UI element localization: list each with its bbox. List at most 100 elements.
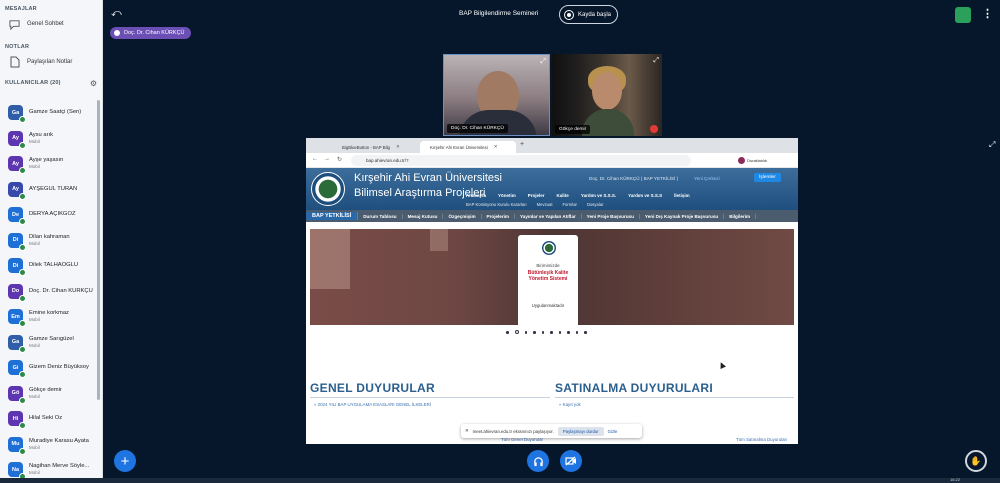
- webcam-label: Gökçe demir: [555, 125, 591, 134]
- site-menu: Anasayfa Yönetim Projeler Kalite Yardım ve S…: [466, 193, 690, 198]
- status-icon: [19, 371, 26, 379]
- site-logout-link[interactable]: Yeni Çerkezi: [694, 176, 720, 181]
- site-menu-item[interactable]: Projeler: [528, 193, 545, 198]
- status-icon: [19, 243, 26, 251]
- expand-icon[interactable]: ⤢: [540, 58, 546, 66]
- user-name: Nagihan Merve Söyle...: [29, 463, 90, 470]
- mouse-cursor: [718, 361, 726, 369]
- site-user: Doç. Dr. Cihan KÜRKÇÜ ( BAP YETKİLİSİ ): [589, 176, 679, 181]
- user-name: AYŞEGÜL TURAN: [29, 185, 78, 192]
- site-submenu-item[interactable]: Formlar: [563, 202, 577, 207]
- site-nav-item[interactable]: Yeni Proje Başvurusu: [582, 213, 640, 219]
- headphones-icon: [533, 456, 543, 466]
- site-nav-item[interactable]: Bilgilerim: [724, 213, 757, 219]
- connection-status-icon[interactable]: [955, 7, 971, 23]
- new-tab-icon[interactable]: +: [520, 141, 524, 148]
- sidebar-scrollbar[interactable]: [97, 100, 100, 400]
- user-list-toggle-icon[interactable]: ⤺: [111, 8, 122, 19]
- site-submenu-item[interactable]: Mevzuat: [537, 202, 553, 207]
- user-name: Gizem Deniz Büyüksoy: [29, 364, 89, 371]
- user-list-item[interactable]: Ga Gamze Sarıgüzel Mobil: [0, 330, 98, 356]
- public-chat-label: Genel Sohbet: [27, 21, 64, 27]
- user-list-item[interactable]: Mu Muradiye Karasu Ayata Mobil: [0, 432, 98, 458]
- reload-icon[interactable]: ↻: [337, 156, 342, 163]
- forward-icon[interactable]: →: [324, 156, 330, 162]
- gear-icon[interactable]: ⚙: [90, 73, 97, 88]
- user-device: Mobil: [29, 317, 40, 323]
- user-list-item[interactable]: Ay Aysu arık Mobil: [0, 126, 98, 152]
- site-nav-item[interactable]: BAP YETKİLİSİ: [306, 212, 359, 220]
- user-device: Mobil: [29, 470, 40, 476]
- options-menu-icon[interactable]: ⋮: [982, 7, 993, 20]
- site-submenu-item[interactable]: Dosyalar: [587, 202, 604, 207]
- general-announcement-item[interactable]: » 2024 YILI BAP UYGULAMA ESASLARI GENEL …: [314, 402, 431, 407]
- site-menu-item[interactable]: Kalite: [557, 193, 569, 198]
- topbar: ⤺ BAP Bilgilendirme Semineri Kayda başla…: [103, 0, 1000, 30]
- expand-icon[interactable]: ⤢: [653, 57, 659, 65]
- site-menu-item[interactable]: Yönetim: [498, 193, 516, 198]
- user-list-item[interactable]: Ga Gamze Saatçi (Sen): [0, 100, 98, 126]
- site-nav-item[interactable]: Projelerim: [482, 213, 515, 219]
- webcam-tile-presenter[interactable]: ⤢ Doç. Dr. Cihan KÜRKÇÜ: [443, 54, 550, 136]
- procurement-announcement-item: » Kayıt yok: [559, 402, 581, 407]
- profile-chip[interactable]: Duraklatıldı: [738, 156, 767, 165]
- avatar: Mu: [8, 436, 26, 455]
- user-device: Mobil: [29, 444, 40, 450]
- hide-button[interactable]: Gizle: [608, 429, 618, 434]
- raise-hand-button[interactable]: ✋: [965, 450, 987, 472]
- user-list-item[interactable]: Ay Ayşe yaşasın Mobil: [0, 151, 98, 177]
- actions-button[interactable]: İşlemler: [754, 173, 781, 182]
- user-device: Mobil: [29, 138, 40, 144]
- record-button[interactable]: Kayda başla: [559, 5, 618, 24]
- status-icon: [19, 192, 26, 200]
- user-name: Dilan kahraman: [29, 233, 70, 240]
- user-name: Gamze Sarıgüzel: [29, 335, 74, 342]
- site-header: Kırşehir Ahi Evran Üniversitesi Bilimsel…: [306, 168, 798, 210]
- site-menu-item[interactable]: Anasayfa: [466, 193, 486, 198]
- site-menu-item[interactable]: Yardım ve S.S.S: [628, 193, 662, 198]
- user-list-item[interactable]: Gö Gökçe demir Mobil: [0, 381, 98, 407]
- shared-notes-item[interactable]: Paylaşılan Notlar: [0, 52, 102, 72]
- site-submenu-item[interactable]: BAP Komisyonu Kurulu Kararları: [466, 202, 527, 207]
- close-icon[interactable]: ✕: [465, 428, 469, 434]
- user-list-item[interactable]: De DERYA AÇIKGÖZ: [0, 202, 98, 228]
- status-icon: [19, 269, 26, 277]
- add-action-button[interactable]: +: [114, 450, 136, 472]
- stop-sharing-button[interactable]: Paylaşmayı durdur: [557, 426, 604, 436]
- camera-off-icon: [565, 456, 576, 466]
- browser-tab-active[interactable]: Kırşehir Ahi Evran Üniversitesi ✕: [420, 141, 516, 153]
- webcam-tile-participant[interactable]: ⤢ Gökçe demir: [552, 54, 662, 136]
- user-device: Mobil: [29, 164, 40, 170]
- audio-button[interactable]: [527, 450, 549, 472]
- site-nav-item[interactable]: Durum Tablosu: [358, 213, 403, 219]
- back-icon[interactable]: ←: [312, 156, 318, 162]
- user-list-item[interactable]: Di Dilan kahraman Mobil: [0, 228, 98, 254]
- status-icon: [19, 116, 26, 124]
- user-list-item[interactable]: Di Dilek TALHAOĞLU: [0, 253, 98, 279]
- user-list-item[interactable]: Em Emine korkmaz Mobil: [0, 304, 98, 330]
- site-nav-item[interactable]: Mesaj Kutusu: [403, 213, 444, 219]
- all-procurement-announcements-link[interactable]: Tüm Satınalma Duyuruları: [736, 437, 787, 442]
- site-nav-item[interactable]: Özgeçmişim: [443, 213, 482, 219]
- site-menu-item[interactable]: İletişim: [674, 193, 690, 198]
- site-title: Kırşehir Ahi Evran Üniversitesi: [354, 172, 502, 184]
- user-device: Mobil: [29, 393, 40, 399]
- record-label: Kayda başla: [578, 11, 612, 18]
- browser-tabbar: BigBlueButton - BAP Bilg ✕ Kırşehir Ahi E…: [306, 138, 798, 153]
- url-bar[interactable]: bap.ahievran.edu.tr/?: [351, 155, 691, 166]
- webcam-button[interactable]: [560, 450, 582, 472]
- site-nav-item[interactable]: Yayınlar ve Yapılan Atıflar: [515, 213, 582, 219]
- public-chat-item[interactable]: Genel Sohbet: [0, 14, 102, 34]
- user-list-item[interactable]: Do Doç. Dr. Cihan KÜRKÇÜ: [0, 279, 98, 305]
- site-menu-item[interactable]: Yardım ve S.S.S.: [581, 193, 616, 198]
- browser-tab[interactable]: BigBlueButton - BAP Bilg ✕: [332, 141, 400, 153]
- user-list-item[interactable]: Ay AYŞEGÜL TURAN: [0, 177, 98, 203]
- user-list-item[interactable]: Hi Hilal Seki Öz: [0, 406, 98, 432]
- site-nav-item[interactable]: Yeni Dış Kaynak Proje Başvurusu: [640, 213, 725, 219]
- fullscreen-icon[interactable]: ⤢: [989, 140, 995, 150]
- notes-section-title: NOTLAR: [5, 44, 30, 50]
- slider-dots[interactable]: [506, 330, 587, 334]
- avatar: Ay: [8, 130, 26, 149]
- user-list-item[interactable]: Gi Gizem Deniz Büyüksoy: [0, 355, 98, 381]
- status-icon: [19, 167, 26, 175]
